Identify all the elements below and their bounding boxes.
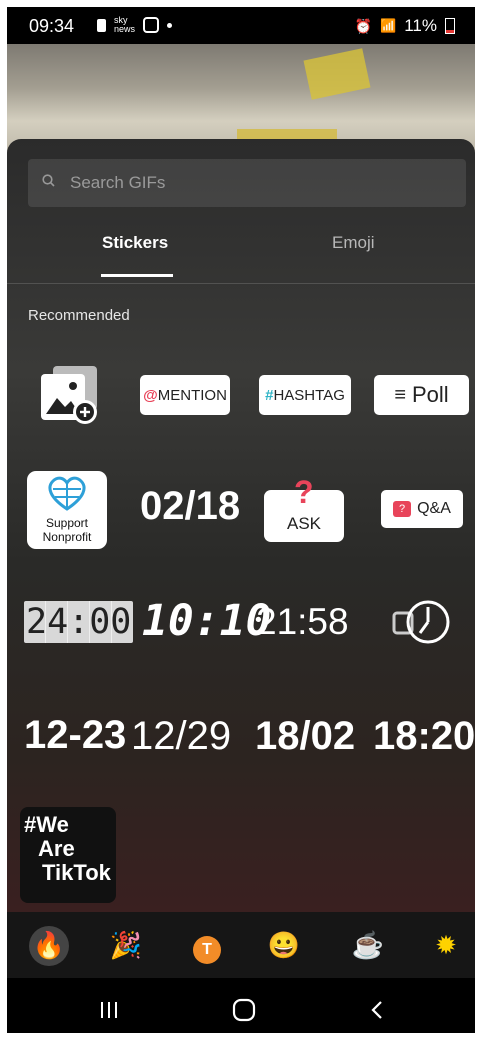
support-line1: Support [45,516,89,530]
battery-icon [445,18,455,34]
sticker-date-1802[interactable]: 18/02 [255,714,355,759]
sticker-date-1229[interactable]: 12/29 [131,714,231,759]
sticker-date-0218[interactable]: 02/18 [140,484,240,529]
letter-t-icon[interactable]: T [190,928,224,964]
sun-icon[interactable]: ✹ [429,928,463,962]
sticker-clock-2400[interactable]: 24:00 [24,601,134,643]
wifi-icon: 📶 [380,18,397,33]
ask-label: ASK [286,514,322,533]
sticker-mention[interactable]: @ MENTION [140,375,230,415]
sticker-ask[interactable]: ? ASK [264,474,344,542]
poll-lines-icon: ≡ [394,383,406,406]
sticker-clock-icon[interactable] [392,599,452,645]
qa-label: Q&A [417,500,451,517]
globe-heart-icon [48,476,86,511]
recent-apps-icon[interactable] [99,1000,119,1020]
instagram-icon [143,17,160,33]
party-popper-icon[interactable]: 🎉 [109,928,143,962]
sticker-time-1820[interactable]: 18:20 [373,714,475,759]
hashtag-label: HASHTAG [273,386,345,404]
sticker-upload-image[interactable] [39,364,101,426]
image-add-icon [41,366,97,424]
tab-active-indicator [101,274,173,277]
support-line2: Nonprofit [42,530,92,544]
section-title: Recommended [28,307,130,324]
home-icon[interactable] [232,998,256,1022]
alarm-icon: ⏰ [354,17,373,34]
search-input[interactable]: Search GIFs [28,159,466,207]
sticker-panel: Search GIFs Stickers Emoji Recommended @… [7,139,475,912]
mention-at: @ [143,386,158,404]
we-are-line3: TikTok [42,860,111,885]
sticker-clock-1010[interactable]: 10:10 [142,596,271,646]
system-nav-bar [7,978,475,1033]
tab-stickers[interactable]: Stickers [102,233,168,253]
phone-screen: 09:34 sky news ⏰ 📶 11% Search GIFs Sticke… [7,7,475,1033]
qa-icon: ? [393,501,412,517]
sticker-we-are-tiktok[interactable]: #We Are TikTok [20,807,116,903]
clock-2400-text: 24:00 [26,602,132,642]
sticker-clock-2158[interactable]: 21:58 [256,601,349,643]
fire-icon[interactable]: 🔥 [32,928,66,962]
mention-label: MENTION [157,386,227,404]
battery-percent: 11% [404,16,437,35]
tab-divider [7,283,475,284]
sticker-hashtag[interactable]: # HASHTAG [259,375,351,415]
sticker-date-1223[interactable]: 12-23 [24,713,126,758]
poll-label: Poll [411,382,449,407]
sticker-support-nonprofit[interactable]: Support Nonprofit [27,471,107,549]
grinning-face-icon[interactable]: 😀 [267,928,301,962]
notification-icon [97,18,106,32]
status-notification-icons: sky news [97,15,173,34]
background-photo [7,44,475,154]
sticker-poll[interactable]: ≡ Poll [374,375,469,415]
sticker-category-bar: 🔥 🎉 T 😀 ☕ ✹ [7,912,475,978]
status-right: ⏰ 📶 11% [355,16,455,36]
search-icon [42,174,55,187]
clock-face-icon [392,600,450,644]
we-are-line2: Are [38,836,75,861]
back-icon[interactable] [369,1000,385,1020]
status-time: 09:34 [29,16,75,36]
hashtag-symbol: # [265,386,274,404]
coffee-icon[interactable]: ☕ [351,928,385,962]
question-mark-icon: ? [294,474,314,510]
dot-icon [167,22,173,28]
we-are-line1: #We [24,812,69,837]
search-placeholder: Search GIFs [70,173,166,192]
tab-emoji[interactable]: Emoji [332,233,375,253]
status-bar: 09:34 sky news ⏰ 📶 11% [7,7,475,44]
sky-news-icon: sky news [114,15,136,34]
sticker-qa[interactable]: ? Q&A [381,490,463,528]
